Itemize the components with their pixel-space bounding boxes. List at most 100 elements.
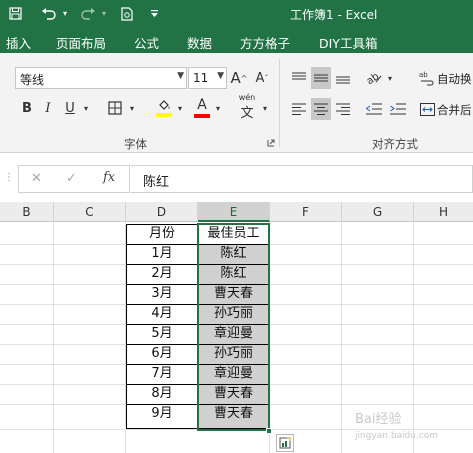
fill-color-dropdown-icon[interactable]: ▾: [175, 99, 185, 117]
fill-handle[interactable]: [266, 428, 272, 434]
fill-color-swatch: [156, 113, 172, 117]
align-right-icon[interactable]: [334, 100, 352, 118]
orientation-dropdown-icon[interactable]: ▾: [385, 69, 395, 87]
table-cell-month[interactable]: 3月: [126, 284, 198, 304]
wrap-text-button[interactable]: 自动换: [437, 71, 472, 87]
table-cell-month[interactable]: 4月: [126, 304, 198, 324]
table-cell-employee[interactable]: 章迎曼: [198, 364, 269, 384]
font-group-label: 字体: [124, 137, 147, 151]
table-cell-month[interactable]: 7月: [126, 364, 198, 384]
table-cell-employee[interactable]: 曹天春: [198, 284, 269, 304]
borders-dropdown-icon[interactable]: ▾: [127, 99, 137, 117]
decrease-font-size-icon[interactable]: Aˇ: [253, 67, 271, 89]
ribbon-tabs: 插入 页面布局 公式 数据 方方格子 DIY工具箱: [0, 27, 473, 53]
paint-bucket-icon: [159, 100, 170, 110]
table-cell-month[interactable]: 2月: [126, 264, 198, 284]
insert-function-icon[interactable]: fx: [103, 170, 115, 185]
gridline: [53, 222, 54, 453]
column-header-e[interactable]: E: [198, 202, 270, 222]
enter-icon[interactable]: ✓: [66, 171, 77, 186]
font-color-dropdown-icon[interactable]: ▾: [213, 99, 223, 117]
cancel-icon[interactable]: ✕: [31, 171, 42, 186]
font-name-combo[interactable]: 等线 ▼: [15, 67, 187, 89]
table-cell-month[interactable]: 9月: [126, 404, 198, 424]
align-bottom-icon[interactable]: [334, 69, 352, 87]
merge-center-icon[interactable]: [418, 100, 436, 118]
table-cell-employee[interactable]: 孙巧丽: [198, 304, 269, 324]
title-bar: ▾ ▾ 工作簿1 - Excel: [0, 0, 473, 27]
font-size-value: 11: [193, 71, 209, 85]
underline-dropdown-icon[interactable]: ▾: [81, 99, 91, 117]
font-color-icon: A: [197, 97, 207, 113]
italic-button[interactable]: I: [40, 97, 56, 119]
chevron-down-icon[interactable]: ▼: [217, 71, 224, 81]
increase-indent-icon[interactable]: [389, 100, 407, 118]
phonetic-guide-button[interactable]: wén 文: [234, 93, 260, 121]
table-cell-month[interactable]: 8月: [126, 384, 198, 404]
table-cell-employee[interactable]: 孙巧丽: [198, 344, 269, 364]
phonetic-dropdown-icon[interactable]: ▾: [260, 99, 270, 117]
table-cell-month[interactable]: 5月: [126, 324, 198, 344]
phonetic-icon: 文: [240, 106, 254, 121]
wrap-text-icon[interactable]: ab: [418, 68, 436, 88]
increase-font-size-icon[interactable]: A ^: [230, 67, 248, 89]
font-dialog-launcher-icon[interactable]: [266, 138, 275, 147]
column-header-g[interactable]: G: [342, 202, 414, 222]
undo-icon[interactable]: [38, 4, 58, 23]
print-preview-icon[interactable]: [117, 4, 137, 23]
table-cell-employee[interactable]: 章迎曼: [198, 324, 269, 344]
align-left-icon[interactable]: [290, 100, 308, 118]
quick-analysis-icon: [279, 437, 291, 449]
font-color-swatch: [194, 114, 210, 118]
watermark-suffix: 经验: [375, 412, 402, 427]
borders-icon[interactable]: [104, 97, 126, 119]
column-header-d[interactable]: D: [126, 202, 198, 222]
table-cell-month[interactable]: 6月: [126, 344, 198, 364]
decrease-indent-icon[interactable]: [365, 100, 383, 118]
table-cell-month[interactable]: 1月: [126, 244, 198, 264]
column-header-h[interactable]: H: [414, 202, 473, 222]
column-header-b[interactable]: B: [0, 202, 54, 222]
tab-data[interactable]: 数据: [187, 33, 212, 52]
formula-input[interactable]: 陈红: [131, 165, 473, 193]
table-cell-employee[interactable]: 陈红: [198, 264, 269, 284]
font-size-combo[interactable]: 11 ▼: [188, 67, 227, 89]
orientation-icon[interactable]: ab: [364, 67, 384, 87]
window-title: 工作簿1 - Excel: [290, 8, 378, 22]
fill-color-button[interactable]: [154, 95, 174, 121]
chevron-down-icon[interactable]: ▼: [177, 71, 184, 81]
quick-analysis-button[interactable]: [276, 434, 294, 452]
underline-button[interactable]: U: [62, 97, 78, 119]
font-color-button[interactable]: A: [192, 95, 212, 121]
column-header-c[interactable]: C: [54, 202, 126, 222]
svg-text:ab: ab: [366, 71, 381, 84]
align-top-icon[interactable]: [290, 69, 308, 87]
formula-bar: ⋮ ✕ ✓ fx 陈红: [0, 160, 473, 198]
align-middle-icon[interactable]: [311, 67, 331, 89]
table-cell-employee[interactable]: 曹天春: [198, 404, 269, 424]
tab-formulas[interactable]: 公式: [134, 33, 159, 52]
tab-diy-toolbox[interactable]: DIY工具箱: [319, 33, 377, 52]
group-separator: [279, 59, 280, 147]
customize-toolbar-icon[interactable]: [148, 4, 160, 23]
header-cell-employee[interactable]: 最佳员工: [198, 224, 269, 244]
svg-text:ab: ab: [419, 71, 428, 79]
ribbon: 等线 ▼ 11 ▼ A ^ Aˇ B I U ▾ ▾ ▾ A ▾ wén 文 ▾ …: [0, 53, 473, 153]
redo-icon[interactable]: [78, 4, 98, 23]
table-cell-employee[interactable]: 曹天春: [198, 384, 269, 404]
formula-content: 陈红: [143, 175, 170, 190]
bold-button[interactable]: B: [18, 97, 36, 119]
undo-dropdown-icon[interactable]: ▾: [60, 4, 70, 23]
alignment-group-label: 对齐方式: [372, 137, 418, 151]
header-cell-month[interactable]: 月份: [126, 224, 198, 244]
formula-bar-controls: ✕ ✓ fx: [18, 165, 130, 193]
tab-page-layout[interactable]: 页面布局: [56, 33, 106, 52]
save-icon[interactable]: [6, 4, 24, 23]
redo-dropdown-icon[interactable]: ▾: [99, 4, 109, 23]
tab-insert[interactable]: 插入: [6, 33, 31, 52]
merge-center-button[interactable]: 合并后: [437, 102, 472, 118]
tab-fangfang[interactable]: 方方格子: [240, 33, 290, 52]
align-center-icon[interactable]: [311, 98, 331, 120]
table-cell-employee[interactable]: 陈红: [198, 244, 269, 264]
column-header-f[interactable]: F: [270, 202, 342, 222]
